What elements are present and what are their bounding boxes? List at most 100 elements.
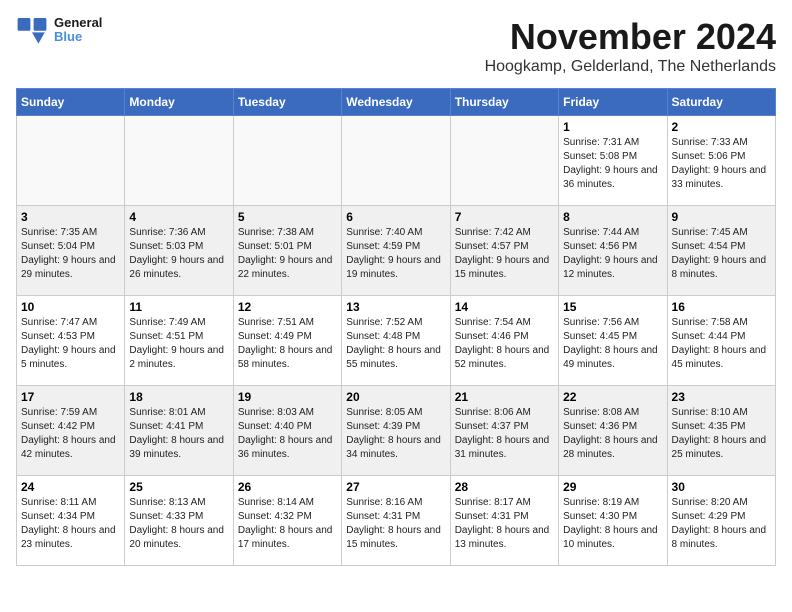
logo: General Blue — [16, 16, 102, 45]
calendar-cell: 21 Sunrise: 8:06 AMSunset: 4:37 PMDayligh… — [450, 386, 558, 476]
day-info: Sunrise: 8:01 AMSunset: 4:41 PMDaylight:… — [129, 406, 228, 462]
day-info: Sunrise: 8:08 AMSunset: 4:36 PMDaylight:… — [563, 406, 662, 462]
calendar-cell: 12 Sunrise: 7:51 AMSunset: 4:49 PMDayligh… — [233, 296, 341, 386]
day-number: 17 — [21, 390, 120, 404]
day-info: Sunrise: 7:47 AMSunset: 4:53 PMDaylight:… — [21, 316, 120, 372]
calendar-cell: 5 Sunrise: 7:38 AMSunset: 5:01 PMDaylight… — [233, 206, 341, 296]
calendar-cell — [125, 116, 233, 206]
calendar-week-row: 10Sunrise: 7:47 AMSunset: 4:53 PMDayligh… — [17, 296, 776, 386]
calendar-cell: 7Sunrise: 7:42 AMSunset: 4:57 PMDaylight… — [450, 206, 558, 296]
day-number: 18 — [129, 390, 228, 404]
day-info: Sunrise: 7:38 AMSunset: 5:01 PMDaylight:… — [238, 226, 337, 282]
calendar-cell: 27 Sunrise: 8:16 AMSunset: 4:31 PMDayligh… — [342, 476, 450, 566]
day-number: 19 — [238, 390, 337, 404]
calendar-cell: 14Sunrise: 7:54 AMSunset: 4:46 PMDayligh… — [450, 296, 558, 386]
day-info: Sunrise: 8:14 AMSunset: 4:32 PMDaylight:… — [238, 496, 337, 552]
calendar-cell: 29 Sunrise: 8:19 AMSunset: 4:30 PMDayligh… — [559, 476, 667, 566]
calendar-week-row: 1Sunrise: 7:31 AMSunset: 5:08 PMDaylight… — [17, 116, 776, 206]
day-info: Sunrise: 8:20 AMSunset: 4:29 PMDaylight:… — [672, 496, 771, 552]
calendar-cell: 30 Sunrise: 8:20 AMSunset: 4:29 PMDayligh… — [667, 476, 775, 566]
calendar-week-row: 17 Sunrise: 7:59 AMSunset: 4:42 PMDayligh… — [17, 386, 776, 476]
location-title: Hoogkamp, Gelderland, The Netherlands — [485, 58, 776, 76]
day-number: 12 — [238, 300, 337, 314]
day-info: Sunrise: 7:42 AMSunset: 4:57 PMDaylight:… — [455, 226, 554, 282]
page-header: General Blue November 2024 Hoogkamp, Gel… — [16, 16, 776, 80]
day-number: 3 — [21, 210, 120, 224]
day-number: 26 — [238, 480, 337, 494]
day-number: 24 — [21, 480, 120, 494]
weekday-header-row: SundayMondayTuesdayWednesdayThursdayFrid… — [17, 89, 776, 116]
calendar-cell: 2 Sunrise: 7:33 AMSunset: 5:06 PMDaylight… — [667, 116, 775, 206]
logo-text: General Blue — [54, 16, 102, 45]
day-number: 25 — [129, 480, 228, 494]
day-number: 15 — [563, 300, 662, 314]
calendar-cell: 25 Sunrise: 8:13 AMSunset: 4:33 PMDayligh… — [125, 476, 233, 566]
day-number: 20 — [346, 390, 445, 404]
day-info: Sunrise: 7:45 AMSunset: 4:54 PMDaylight:… — [672, 226, 771, 282]
calendar-cell: 18 Sunrise: 8:01 AMSunset: 4:41 PMDayligh… — [125, 386, 233, 476]
day-number: 29 — [563, 480, 662, 494]
calendar-cell: 28 Sunrise: 8:17 AMSunset: 4:31 PMDayligh… — [450, 476, 558, 566]
weekday-header-tuesday: Tuesday — [233, 89, 341, 116]
calendar-cell: 24 Sunrise: 8:11 AMSunset: 4:34 PMDayligh… — [17, 476, 125, 566]
day-number: 16 — [672, 300, 771, 314]
day-info: Sunrise: 8:05 AMSunset: 4:39 PMDaylight:… — [346, 406, 445, 462]
title-section: November 2024 Hoogkamp, Gelderland, The … — [485, 16, 776, 76]
calendar-cell: 13Sunrise: 7:52 AMSunset: 4:48 PMDayligh… — [342, 296, 450, 386]
calendar-cell: 22 Sunrise: 8:08 AMSunset: 4:36 PMDayligh… — [559, 386, 667, 476]
day-info: Sunrise: 7:58 AMSunset: 4:44 PMDaylight:… — [672, 316, 771, 372]
weekday-header-thursday: Thursday — [450, 89, 558, 116]
calendar-cell: 19 Sunrise: 8:03 AMSunset: 4:40 PMDayligh… — [233, 386, 341, 476]
day-info: Sunrise: 7:40 AMSunset: 4:59 PMDaylight:… — [346, 226, 445, 282]
day-info: Sunrise: 7:36 AMSunset: 5:03 PMDaylight:… — [129, 226, 228, 282]
calendar-cell: 1Sunrise: 7:31 AMSunset: 5:08 PMDaylight… — [559, 116, 667, 206]
calendar-cell: 17 Sunrise: 7:59 AMSunset: 4:42 PMDayligh… — [17, 386, 125, 476]
day-number: 1 — [563, 120, 662, 134]
day-number: 14 — [455, 300, 554, 314]
day-number: 8 — [563, 210, 662, 224]
calendar-week-row: 24 Sunrise: 8:11 AMSunset: 4:34 PMDayligh… — [17, 476, 776, 566]
calendar-cell: 26 Sunrise: 8:14 AMSunset: 4:32 PMDayligh… — [233, 476, 341, 566]
day-info: Sunrise: 7:49 AMSunset: 4:51 PMDaylight:… — [129, 316, 228, 372]
day-number: 27 — [346, 480, 445, 494]
month-title: November 2024 — [485, 16, 776, 58]
day-info: Sunrise: 7:52 AMSunset: 4:48 PMDaylight:… — [346, 316, 445, 372]
day-info: Sunrise: 8:03 AMSunset: 4:40 PMDaylight:… — [238, 406, 337, 462]
calendar-cell: 3Sunrise: 7:35 AMSunset: 5:04 PMDaylight… — [17, 206, 125, 296]
weekday-header-sunday: Sunday — [17, 89, 125, 116]
weekday-header-saturday: Saturday — [667, 89, 775, 116]
day-info: Sunrise: 7:59 AMSunset: 4:42 PMDaylight:… — [21, 406, 120, 462]
day-info: Sunrise: 8:17 AMSunset: 4:31 PMDaylight:… — [455, 496, 554, 552]
calendar-cell: 16 Sunrise: 7:58 AMSunset: 4:44 PMDayligh… — [667, 296, 775, 386]
day-number: 28 — [455, 480, 554, 494]
calendar-cell: 23Sunrise: 8:10 AMSunset: 4:35 PMDayligh… — [667, 386, 775, 476]
day-info: Sunrise: 8:19 AMSunset: 4:30 PMDaylight:… — [563, 496, 662, 552]
calendar-week-row: 3Sunrise: 7:35 AMSunset: 5:04 PMDaylight… — [17, 206, 776, 296]
day-number: 4 — [129, 210, 228, 224]
day-info: Sunrise: 8:13 AMSunset: 4:33 PMDaylight:… — [129, 496, 228, 552]
logo-icon — [16, 16, 48, 44]
calendar-cell: 8Sunrise: 7:44 AMSunset: 4:56 PMDaylight… — [559, 206, 667, 296]
day-number: 30 — [672, 480, 771, 494]
weekday-header-monday: Monday — [125, 89, 233, 116]
day-number: 5 — [238, 210, 337, 224]
day-info: Sunrise: 8:16 AMSunset: 4:31 PMDaylight:… — [346, 496, 445, 552]
day-number: 9 — [672, 210, 771, 224]
day-info: Sunrise: 7:33 AMSunset: 5:06 PMDaylight:… — [672, 136, 771, 192]
day-info: Sunrise: 8:11 AMSunset: 4:34 PMDaylight:… — [21, 496, 120, 552]
day-number: 21 — [455, 390, 554, 404]
calendar-cell: 11Sunrise: 7:49 AMSunset: 4:51 PMDayligh… — [125, 296, 233, 386]
calendar-cell — [17, 116, 125, 206]
day-number: 22 — [563, 390, 662, 404]
calendar-cell: 6 Sunrise: 7:40 AMSunset: 4:59 PMDaylight… — [342, 206, 450, 296]
calendar-cell: 4 Sunrise: 7:36 AMSunset: 5:03 PMDaylight… — [125, 206, 233, 296]
day-number: 23 — [672, 390, 771, 404]
day-info: Sunrise: 7:51 AMSunset: 4:49 PMDaylight:… — [238, 316, 337, 372]
weekday-header-friday: Friday — [559, 89, 667, 116]
day-number: 6 — [346, 210, 445, 224]
day-info: Sunrise: 8:06 AMSunset: 4:37 PMDaylight:… — [455, 406, 554, 462]
day-number: 2 — [672, 120, 771, 134]
calendar-cell: 15Sunrise: 7:56 AMSunset: 4:45 PMDayligh… — [559, 296, 667, 386]
calendar-cell — [342, 116, 450, 206]
weekday-header-wednesday: Wednesday — [342, 89, 450, 116]
